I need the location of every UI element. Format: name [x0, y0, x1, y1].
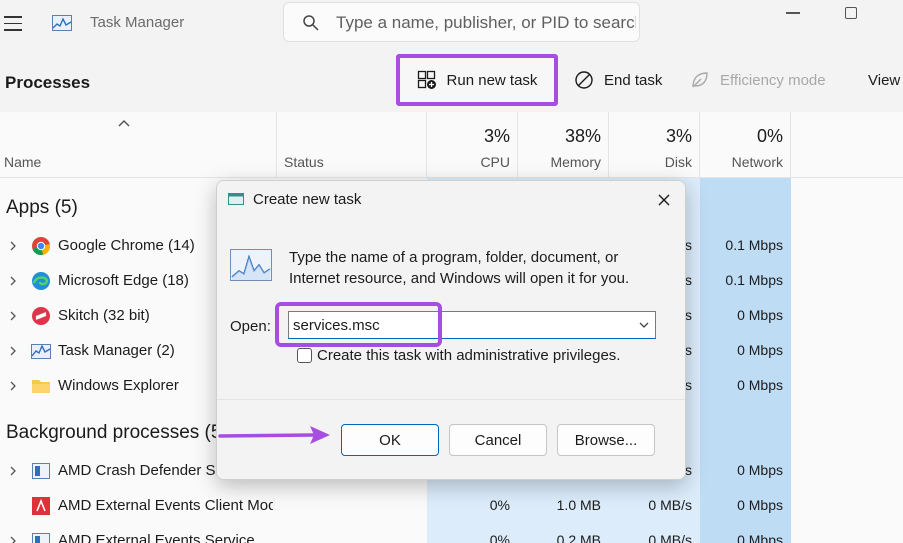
view-label: View — [868, 71, 901, 89]
service-icon — [32, 463, 50, 479]
dialog-title-bar: Create new task — [217, 181, 685, 219]
search-icon — [303, 15, 319, 31]
column-cpu[interactable]: CPU — [427, 154, 510, 170]
title-bar: Task Manager — [0, 0, 903, 50]
column-memory[interactable]: Memory — [518, 154, 601, 170]
menu-icon[interactable] — [4, 16, 22, 32]
run-new-task-button[interactable]: Run new task — [396, 54, 558, 106]
network-value: 0 Mbps — [737, 342, 783, 358]
chevron-right-icon[interactable] — [9, 536, 17, 543]
run-task-icon — [417, 70, 436, 89]
disk-value: 0 MB/s — [648, 497, 692, 513]
admin-checkbox[interactable] — [297, 348, 312, 363]
minimize-icon[interactable] — [786, 12, 800, 14]
cpu-value: 0% — [489, 497, 510, 513]
maximize-icon[interactable] — [845, 7, 857, 19]
chevron-right-icon[interactable] — [9, 381, 17, 391]
chevron-right-icon[interactable] — [9, 311, 17, 321]
cancel-button[interactable]: Cancel — [449, 424, 547, 456]
network-value: 0 Mbps — [737, 497, 783, 513]
column-divider — [276, 112, 277, 178]
memory-total: 38% — [564, 126, 601, 146]
group-header-background: Background processes (5 — [6, 422, 222, 443]
search-input[interactable] — [336, 11, 636, 35]
column-status[interactable]: Status — [284, 154, 324, 170]
folder-icon — [32, 380, 50, 393]
disk-total: 3% — [665, 126, 692, 146]
open-label: Open: — [230, 318, 271, 335]
leaf-icon — [692, 72, 708, 88]
column-disk[interactable]: Disk — [609, 154, 692, 170]
window-icon — [228, 193, 244, 205]
cpu-total: 3% — [483, 126, 510, 146]
end-task-label: End task — [604, 71, 663, 89]
ok-button[interactable]: OK — [341, 424, 439, 456]
column-name[interactable]: Name — [4, 154, 41, 170]
process-name: AMD External Events Client Module — [58, 497, 273, 514]
table-header: Name Status 3% CPU 38% Memory 3% Disk 0%… — [0, 112, 903, 178]
sort-up-icon[interactable] — [117, 118, 131, 128]
dialog-body: Type the name of a program, folder, docu… — [217, 219, 685, 399]
chevron-right-icon[interactable] — [9, 346, 17, 356]
annotation-arrow-icon — [218, 426, 330, 444]
input-highlight — [275, 302, 442, 347]
end-task-button[interactable]: End task — [574, 62, 662, 98]
browse-button[interactable]: Browse... — [557, 424, 655, 456]
page-title: Processes — [5, 73, 91, 92]
efficiency-mode-label: Efficiency mode — [720, 71, 826, 89]
chevron-down-icon[interactable] — [639, 322, 649, 329]
toolbar: Processes Run new task End task Efficien… — [0, 50, 903, 112]
process-name: AMD External Events Service — [58, 532, 255, 543]
network-value: 0 Mbps — [737, 462, 783, 478]
network-value: 0 Mbps — [737, 532, 783, 543]
chrome-icon — [32, 237, 51, 256]
search-box[interactable] — [283, 2, 640, 42]
column-network[interactable]: Network — [700, 154, 783, 170]
group-header-apps: Apps (5) — [6, 197, 78, 218]
table-row[interactable]: AMD External Events Service 0% 0.2 MB 0 … — [0, 523, 903, 543]
memory-value: 1.0 MB — [556, 497, 601, 513]
dialog-title: Create new task — [253, 191, 362, 208]
network-value: 0.1 Mbps — [725, 237, 783, 253]
skitch-icon — [32, 307, 50, 325]
task-manager-icon — [52, 15, 72, 31]
admin-checkbox-label[interactable]: Create this task with administrative pri… — [317, 347, 620, 364]
close-icon[interactable] — [657, 193, 671, 207]
network-value: 0 Mbps — [737, 307, 783, 323]
cpu-value: 0% — [489, 532, 510, 543]
efficiency-mode-button[interactable]: Efficiency mode — [690, 62, 826, 98]
table-row[interactable]: AMD External Events Client Module 0% 1.0… — [0, 488, 903, 523]
service-icon — [32, 533, 50, 543]
view-button[interactable]: View — [868, 62, 900, 98]
window-title: Task Manager — [90, 14, 185, 31]
column-divider — [790, 112, 791, 178]
chevron-right-icon[interactable] — [9, 241, 17, 251]
memory-value: 0.2 MB — [556, 532, 601, 543]
chevron-right-icon[interactable] — [9, 466, 17, 476]
run-new-task-label: Run new task — [446, 71, 538, 89]
network-value: 0.1 Mbps — [725, 272, 783, 288]
network-value: 0 Mbps — [737, 377, 783, 393]
dialog-description: Type the name of a program, folder, docu… — [289, 249, 630, 287]
run-program-icon — [230, 249, 272, 281]
end-task-icon — [575, 71, 593, 89]
disk-value: 0 MB/s — [648, 532, 692, 543]
edge-icon — [32, 272, 50, 290]
network-total: 0% — [756, 126, 783, 146]
amd-icon — [32, 497, 50, 515]
chevron-right-icon[interactable] — [9, 276, 17, 286]
task-manager-icon — [31, 344, 51, 359]
